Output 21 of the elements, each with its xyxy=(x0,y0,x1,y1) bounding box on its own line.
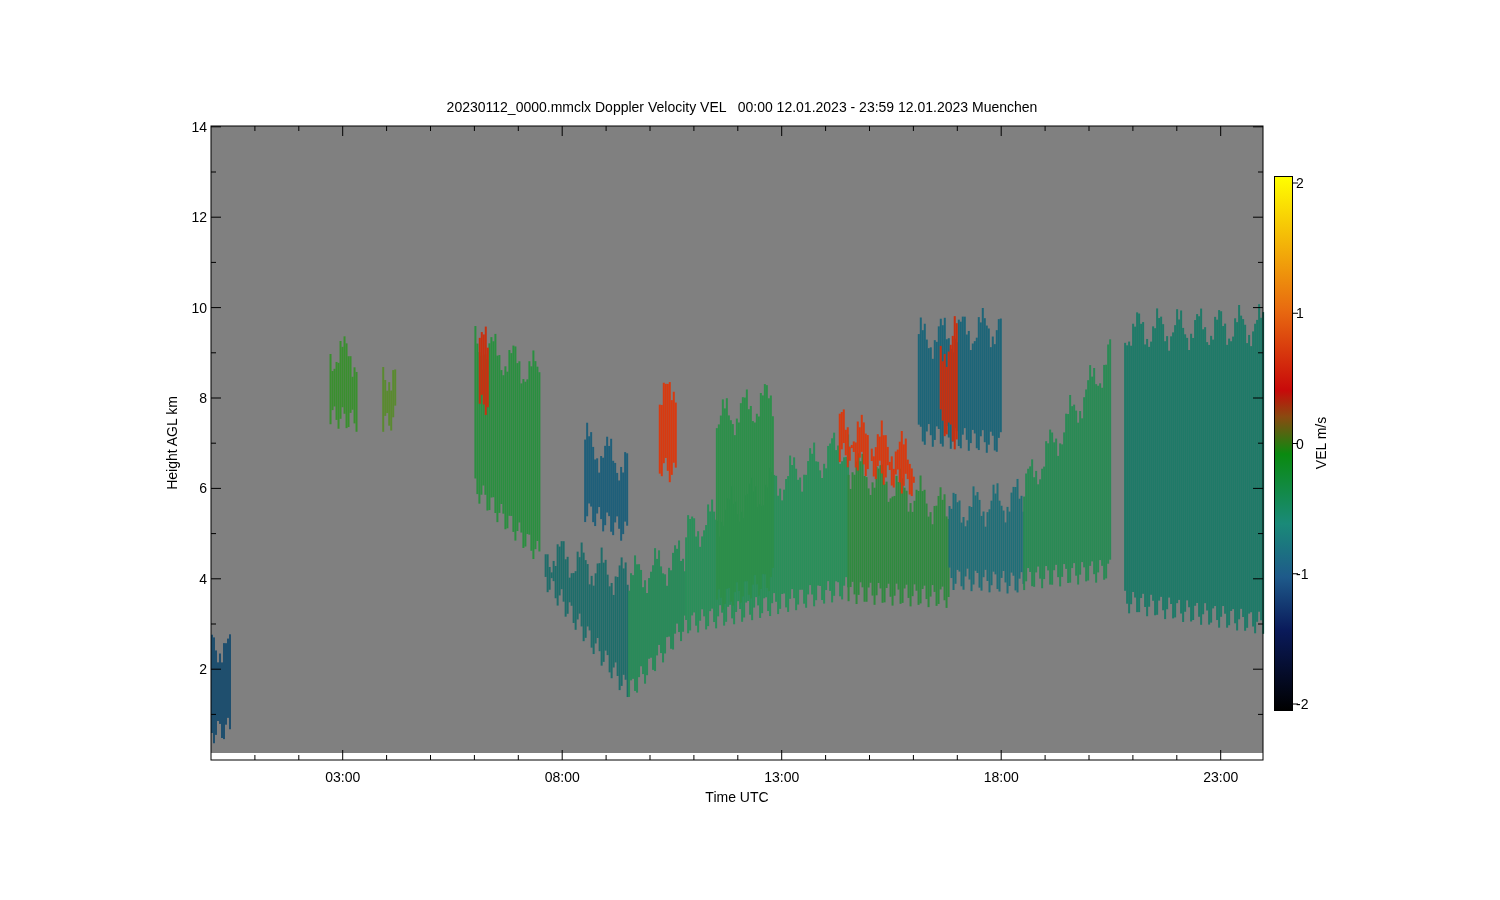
y-tick-label: 6 xyxy=(199,480,207,497)
y-axis-label: Height AGL km xyxy=(164,396,180,490)
y-tick-label: 2 xyxy=(199,661,207,678)
x-tick-label: 18:00 xyxy=(983,769,1019,785)
y-tick-label: 12 xyxy=(191,209,207,226)
chart-title: 20230112_0000.mmclx Doppler Velocity VEL 00:00 12.01.2023 - 23:59 12.01.2023 Muenchen xyxy=(446,99,1038,115)
colorbar-tick-label: -2 xyxy=(1296,696,1309,712)
colorbar-tick-label: 0 xyxy=(1296,435,1304,452)
colorbar-tick-label: -1 xyxy=(1296,565,1309,582)
x-axis-label: Time UTC xyxy=(705,789,769,805)
y-tick-label: 4 xyxy=(199,570,207,587)
colorbar-label: VEL m/s xyxy=(1313,416,1329,470)
x-tick-label: 08:00 xyxy=(544,769,580,785)
x-tick-label: 13:00 xyxy=(764,769,800,785)
x-tick-label: 03:00 xyxy=(325,769,361,785)
y-tick-label: 8 xyxy=(199,390,207,406)
y-tick-label: 10 xyxy=(191,299,207,316)
y-tick-label: 14 xyxy=(191,118,207,135)
x-tick-label: 23:00 xyxy=(1203,769,1239,785)
colorbar-tick-label: 2 xyxy=(1296,175,1304,191)
colorbar-tick-label: 1 xyxy=(1296,305,1304,322)
